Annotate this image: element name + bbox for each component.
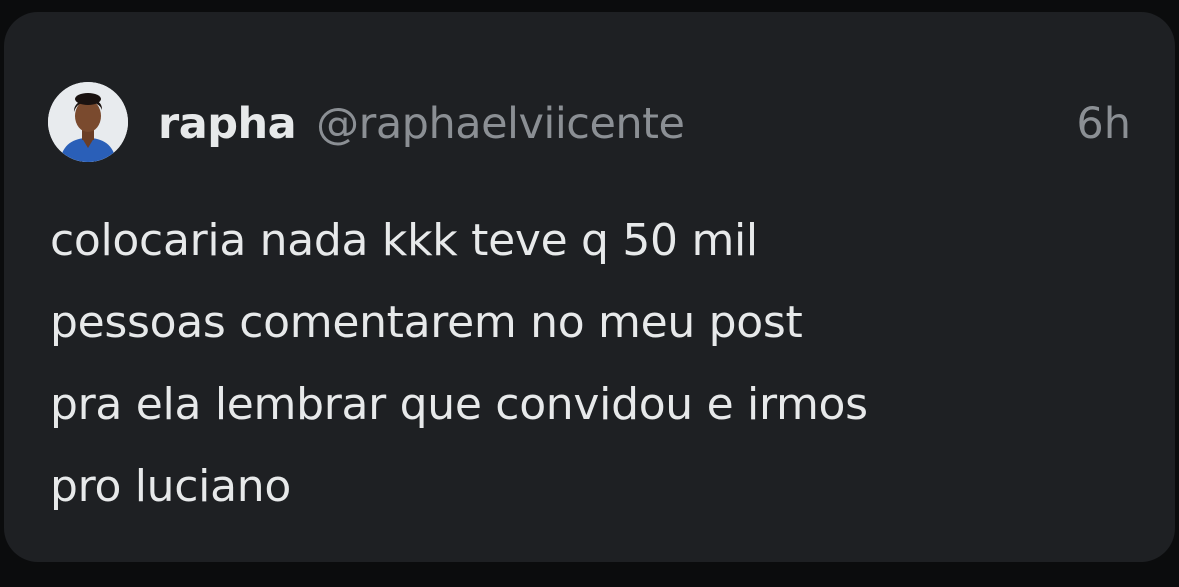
avatar-portrait: [48, 82, 128, 162]
post-text-line: pra ela lembrar que convidou e irmos: [50, 379, 868, 430]
user-avatar-icon[interactable]: [48, 82, 128, 162]
post-text-line: pro luciano: [50, 461, 291, 512]
post-header: rapha @raphaelviicente 6h: [158, 96, 1131, 152]
post-text-line: colocaria nada kkk teve q 50 mil: [50, 215, 758, 266]
post-card[interactable]: rapha @raphaelviicente 6h colocaria nada…: [4, 12, 1175, 562]
post-text-line: pessoas comentarem no meu post: [50, 297, 803, 348]
author-display-name[interactable]: rapha: [158, 99, 297, 149]
post-text: colocaria nada kkk teve q 50 mil pessoas…: [50, 200, 1140, 528]
author-handle[interactable]: @raphaelviicente: [316, 99, 685, 149]
post-timestamp[interactable]: 6h: [1076, 99, 1131, 149]
